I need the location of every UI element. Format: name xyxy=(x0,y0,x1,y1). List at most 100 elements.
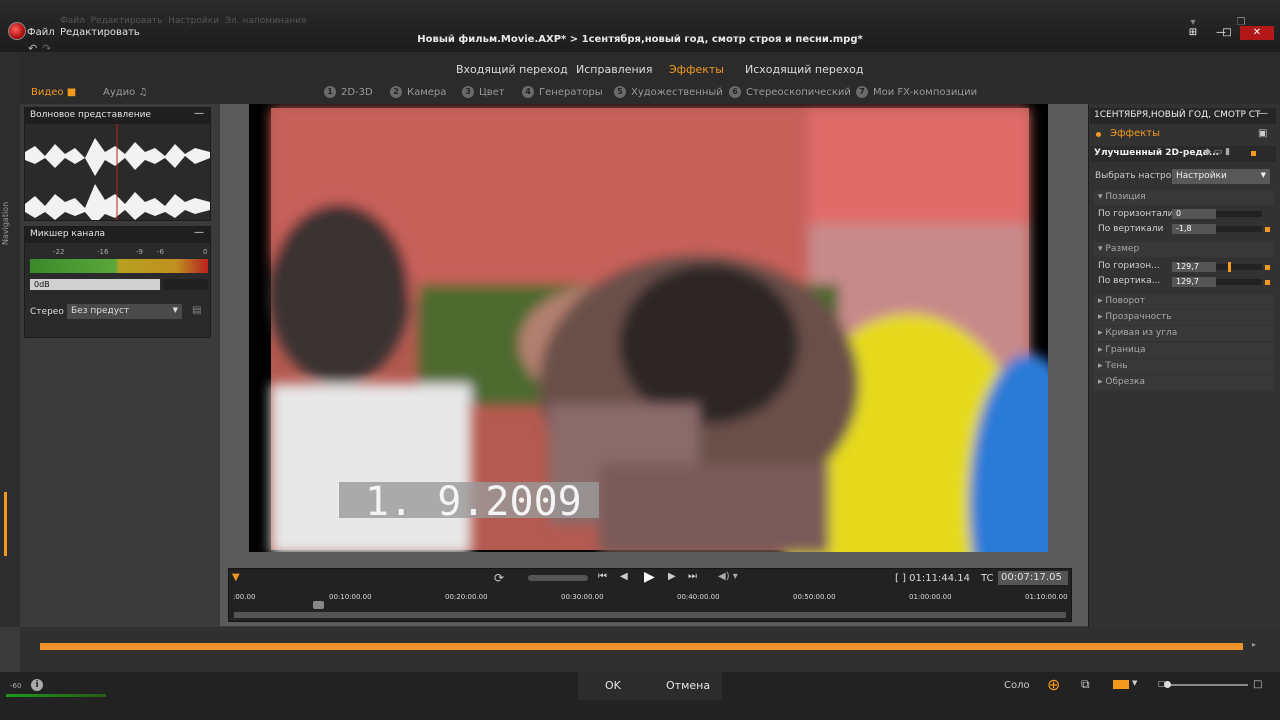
go-start-icon[interactable]: ⏮ xyxy=(598,571,607,582)
tab-in-transition[interactable]: Входящий переход xyxy=(456,63,568,76)
timecode-field[interactable]: 00:07:17.05 xyxy=(998,571,1068,585)
section-corner-curve[interactable]: ▸ Кривая из угла xyxy=(1094,326,1274,341)
preset-label: Выбрать настрой xyxy=(1095,171,1178,181)
hpos-label: По горизонтали xyxy=(1098,209,1174,219)
save-icon[interactable]: ▣ xyxy=(1258,128,1267,139)
step-back-icon[interactable]: ◀ xyxy=(620,571,628,582)
video-camera-icon: ■ xyxy=(66,87,77,98)
section-rotation[interactable]: ▸ Поворот xyxy=(1094,294,1274,309)
hpos-slider[interactable]: 0 xyxy=(1172,209,1216,219)
info-icon[interactable]: i xyxy=(31,679,43,691)
effect-toggle-icon[interactable] xyxy=(1251,151,1256,156)
playhead[interactable] xyxy=(313,601,324,609)
ruler-mark: :00.00 xyxy=(233,593,256,601)
vpos-track[interactable] xyxy=(1216,226,1262,232)
effect-name: Улучшенный 2D-реда... xyxy=(1094,148,1220,158)
collapse-button[interactable]: — xyxy=(194,227,204,238)
hsize-handle[interactable] xyxy=(1228,262,1231,272)
ok-button[interactable]: OK xyxy=(605,679,621,692)
ruler-mark: 00:40:00.00 xyxy=(677,593,720,601)
left-strip xyxy=(0,52,20,627)
waveform-panel: Волновое представление — xyxy=(24,107,211,224)
subtab-2d3d[interactable]: 1 2D-3D xyxy=(324,86,373,98)
tc-label: TC xyxy=(981,573,994,584)
audio-tab[interactable]: Аудио ♫ xyxy=(103,87,147,98)
play-icon[interactable]: ▶ xyxy=(644,569,655,585)
video-tab[interactable]: Видео ■ xyxy=(31,87,76,98)
section-position[interactable]: ▾ Позиция xyxy=(1094,190,1274,205)
go-end-icon[interactable]: ⏭ xyxy=(688,571,697,582)
vpos-slider[interactable]: -1,8 xyxy=(1172,224,1216,234)
collapse-button[interactable]: — xyxy=(1258,108,1268,119)
aspect-icon[interactable] xyxy=(1113,680,1129,689)
music-note-icon: ♫ xyxy=(138,87,148,98)
solo-button[interactable]: Соло xyxy=(1004,680,1030,691)
keyframe-icon[interactable] xyxy=(1265,280,1270,285)
vsize-track[interactable] xyxy=(1216,279,1262,285)
preset-dropdown[interactable]: Настройки ▼ xyxy=(1172,169,1270,184)
zoom-slider[interactable] xyxy=(1168,684,1248,686)
menu-ghost: Файл Редактировать Настройки Эл. напомин… xyxy=(60,16,307,26)
section-crop[interactable]: ▸ Обрезка xyxy=(1094,375,1274,390)
duration-display: [ ] 01:11:44.14 xyxy=(895,573,970,584)
crosshair-icon[interactable]: ⊕ xyxy=(1047,675,1060,694)
loop-icon[interactable]: ⟳ xyxy=(494,571,504,585)
nav-handle[interactable] xyxy=(4,492,7,556)
section-opacity[interactable]: ▸ Прозрачность xyxy=(1094,310,1274,325)
external-preview-icon[interactable]: ⧉ xyxy=(1081,677,1090,692)
keyframe-icon[interactable] xyxy=(1265,227,1270,232)
subtab-camera[interactable]: 2 Камера xyxy=(390,86,446,98)
level-slider-track[interactable] xyxy=(163,279,208,290)
hsize-slider[interactable]: 129,7 xyxy=(1172,262,1216,272)
close-button[interactable]: ✕ xyxy=(1240,26,1274,40)
subtab-my-fx[interactable]: 7 Мои FX-композиции xyxy=(856,86,977,98)
dropdown-arrow-icon: ▼ xyxy=(1260,171,1266,179)
subtab-color[interactable]: 3 Цвет xyxy=(462,86,505,98)
mixer-scale-9: -9 xyxy=(136,248,143,256)
scrub-bar[interactable] xyxy=(234,612,1066,618)
maximize-button[interactable]: □ xyxy=(1216,26,1238,40)
step-forward-icon[interactable]: ▶ xyxy=(668,571,676,582)
mixer-scale-6: -6 xyxy=(157,248,164,256)
clip-bar[interactable] xyxy=(40,643,1243,650)
mixer-settings-icon[interactable]: ▤ xyxy=(192,305,201,316)
effects-label: Эффекты xyxy=(1110,128,1160,139)
shuttle-slider[interactable] xyxy=(528,575,588,581)
subtab-generators[interactable]: 4 Генераторы xyxy=(522,86,603,98)
navigation-label[interactable]: Navigation xyxy=(1,202,10,245)
video-preview[interactable]: 1. 9.2009 xyxy=(249,104,1089,694)
level-indicator xyxy=(6,694,106,697)
chevron-down-icon[interactable]: ▼ xyxy=(1132,679,1137,687)
zoom-in-icon[interactable]: □ xyxy=(1253,679,1262,690)
section-size[interactable]: ▾ Размер xyxy=(1094,242,1274,257)
cancel-button[interactable]: Отмена xyxy=(666,679,710,692)
mixer-scale-16: -16 xyxy=(97,248,109,256)
tab-corrections[interactable]: Исправления xyxy=(576,63,652,76)
clip-title: 1СЕНТЯБРЯ,НОВЫЙ ГОД, СМОТР СТ xyxy=(1090,108,1276,124)
effect-actions-icon[interactable]: ◆ ▭ ▮ xyxy=(1204,147,1230,157)
hpos-track[interactable] xyxy=(1216,211,1262,217)
preset-select[interactable]: Без предуст ▼ xyxy=(67,304,182,319)
level-slider[interactable]: 0dB xyxy=(30,279,160,290)
zoom-handle[interactable] xyxy=(1164,681,1171,688)
mixer-title: Микшер канала xyxy=(30,229,106,239)
volume-icon[interactable]: ◀) ▾ xyxy=(718,571,738,582)
ruler-mark: 00:10:00.00 xyxy=(329,593,372,601)
tab-out-transition[interactable]: Исходящий переход xyxy=(745,63,863,76)
keyframe-icon[interactable] xyxy=(1265,265,1270,270)
section-shadow[interactable]: ▸ Тень xyxy=(1094,359,1274,374)
vpos-label: По вертикали xyxy=(1098,224,1164,234)
date-overlay: 1. 9.2009 xyxy=(365,479,582,525)
subtab-artistic[interactable]: 5 Художественный xyxy=(614,86,723,98)
tab-effects[interactable]: Эффекты xyxy=(669,63,724,76)
window-title: Новый фильм.Movie.AXP* > 1сентября,новый… xyxy=(417,34,863,45)
subtab-stereoscopic[interactable]: 6 Стереоскопический xyxy=(729,86,851,98)
marker-icon[interactable]: ▼ xyxy=(232,572,240,583)
vsize-slider[interactable]: 129,7 xyxy=(1172,277,1216,287)
scroll-right-icon[interactable]: ▸ xyxy=(1252,640,1256,649)
collapse-button[interactable]: — xyxy=(194,108,204,119)
hsize-track[interactable] xyxy=(1216,264,1262,270)
hsize-label: По горизон... xyxy=(1098,261,1160,271)
section-border[interactable]: ▸ Граница xyxy=(1094,343,1274,358)
cart-icon[interactable]: ⊞ xyxy=(1182,26,1204,40)
